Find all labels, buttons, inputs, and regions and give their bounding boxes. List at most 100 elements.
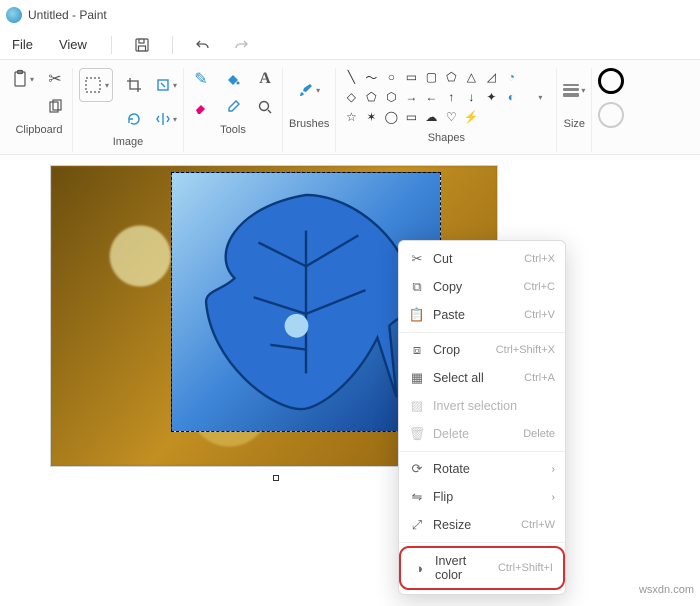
pencil-button[interactable]: ✎ <box>190 68 212 90</box>
ribbon: ✂ Clipboard <box>0 60 700 155</box>
bucket-icon <box>225 71 241 87</box>
fill-button[interactable] <box>222 68 244 90</box>
crop-icon: ⧈ <box>409 342 425 358</box>
shape-diamond-icon: ◇ <box>342 88 360 106</box>
ctx-label: Delete <box>433 427 515 441</box>
copy-button[interactable] <box>44 96 66 118</box>
ctx-label: Cut <box>433 252 516 266</box>
ctx-label: Resize <box>433 518 513 532</box>
resize-icon <box>155 77 171 93</box>
size-button[interactable] <box>563 68 585 112</box>
shapes-gallery[interactable]: ╲〜○▭▢⬠△◿◔ ◇⬠⬡→←↑↓✦◐ ☆✶◯▭☁♡⚡ <box>342 68 520 126</box>
shape-rect-icon: ▭ <box>402 68 420 86</box>
ctx-selectall[interactable]: ▦ Select all Ctrl+A <box>399 364 565 392</box>
ribbon-label-size: Size <box>564 118 585 134</box>
separator <box>399 451 565 452</box>
ctx-flip[interactable]: ⇋ Flip › <box>399 483 565 511</box>
invertcolor-icon: ◑ <box>411 560 427 576</box>
menu-file[interactable]: File <box>6 33 39 56</box>
text-button[interactable]: A <box>254 68 276 90</box>
shape-arrowd-icon: ↓ <box>462 88 480 106</box>
shape-line-icon: ╲ <box>342 68 360 86</box>
ribbon-label-tools: Tools <box>220 124 246 140</box>
paste-button[interactable] <box>12 68 34 90</box>
text-icon: A <box>259 70 271 88</box>
color1-swatch[interactable] <box>598 68 624 94</box>
copy-icon <box>47 99 63 115</box>
eraser-icon <box>193 99 209 115</box>
crop-button[interactable] <box>123 74 145 96</box>
shape-polygon-icon: ⬠ <box>442 68 460 86</box>
selectall-icon: ▦ <box>409 370 425 386</box>
color2-swatch[interactable] <box>598 102 624 128</box>
ctx-resize[interactable]: ⤢ Resize Ctrl+W <box>399 511 565 539</box>
menu-view[interactable]: View <box>53 33 93 56</box>
rotate-icon: ⟳ <box>409 461 425 477</box>
titlebar: Untitled - Paint <box>0 0 700 30</box>
brush-icon <box>298 79 314 101</box>
shape-roundrect-icon: ▢ <box>422 68 440 86</box>
undo-button[interactable] <box>191 33 215 57</box>
rotate-icon <box>126 111 142 127</box>
clipboard-icon: 📋 <box>409 307 425 323</box>
shape-fill-icon: ◐ <box>502 88 520 106</box>
ribbon-group-size: Size <box>556 68 591 152</box>
chevron-right-icon: › <box>552 464 555 475</box>
shape-arrowl-icon: ← <box>422 88 440 106</box>
save-button[interactable] <box>130 33 154 57</box>
shape-curve-icon: 〜 <box>362 68 380 86</box>
ctx-delete: 🗑 Delete Delete <box>399 420 565 448</box>
ctx-label: Invert selection <box>433 399 555 413</box>
pencil-icon: ✎ <box>194 69 207 89</box>
separator <box>111 36 112 54</box>
ribbon-label-image: Image <box>113 136 144 152</box>
shape-callout3-icon: ☁ <box>422 108 440 126</box>
brushes-button[interactable] <box>298 68 320 112</box>
ctx-shortcut: Ctrl+V <box>524 309 555 321</box>
ctx-paste[interactable]: 📋 Paste Ctrl+V <box>399 301 565 329</box>
window-title: Untitled - Paint <box>28 8 107 22</box>
redo-icon <box>233 37 249 53</box>
shape-star5-icon: ☆ <box>342 108 360 126</box>
ctx-copy[interactable]: ⧉ Copy Ctrl+C <box>399 273 565 301</box>
flip-icon: ⇋ <box>409 489 425 505</box>
shape-callout2-icon: ▭ <box>402 108 420 126</box>
watermark: wsxdn.com <box>639 584 694 596</box>
ctx-invertcolor[interactable]: ◑ Invert color Ctrl+Shift+I <box>399 546 565 590</box>
ctx-cut[interactable]: ✂ Cut Ctrl+X <box>399 245 565 273</box>
ctx-label: Select all <box>433 371 516 385</box>
shape-rtriangle-icon: ◿ <box>482 68 500 86</box>
ctx-label: Crop <box>433 343 488 357</box>
flip-button[interactable] <box>155 108 177 130</box>
select-button[interactable] <box>79 68 113 102</box>
ribbon-group-clipboard: ✂ Clipboard <box>6 68 72 152</box>
save-icon <box>134 37 150 53</box>
cut-button[interactable]: ✂ <box>44 68 66 90</box>
shape-outline-icon: ◔ <box>502 68 520 86</box>
redo-button[interactable] <box>229 33 253 57</box>
shape-lightning-icon: ⚡ <box>462 108 480 126</box>
shape-pentagon-icon: ⬠ <box>362 88 380 106</box>
ribbon-group-shapes: ╲〜○▭▢⬠△◿◔ ◇⬠⬡→←↑↓✦◐ ☆✶◯▭☁♡⚡ Shapes <box>335 68 556 152</box>
picker-button[interactable] <box>222 96 244 118</box>
select-icon <box>83 75 103 95</box>
magnifier-icon <box>257 99 273 115</box>
ctx-shortcut: Ctrl+W <box>521 519 555 531</box>
resize-button[interactable] <box>155 74 177 96</box>
ctx-crop[interactable]: ⧈ Crop Ctrl+Shift+X <box>399 336 565 364</box>
ctx-shortcut: Delete <box>523 428 555 440</box>
shape-triangle-icon: △ <box>462 68 480 86</box>
ctx-rotate[interactable]: ⟳ Rotate › <box>399 455 565 483</box>
scissors-icon: ✂ <box>409 251 425 267</box>
size-icon <box>563 80 579 100</box>
trash-icon: 🗑 <box>409 426 425 442</box>
selection-handle[interactable] <box>273 475 279 481</box>
rotate-button[interactable] <box>123 108 145 130</box>
ctx-label: Flip <box>433 490 544 504</box>
resize-icon: ⤢ <box>409 517 425 533</box>
shapes-more-button[interactable] <box>528 86 550 108</box>
chevron-right-icon: › <box>552 492 555 503</box>
eraser-button[interactable] <box>190 96 212 118</box>
ribbon-group-colors <box>591 68 630 152</box>
zoom-button[interactable] <box>254 96 276 118</box>
